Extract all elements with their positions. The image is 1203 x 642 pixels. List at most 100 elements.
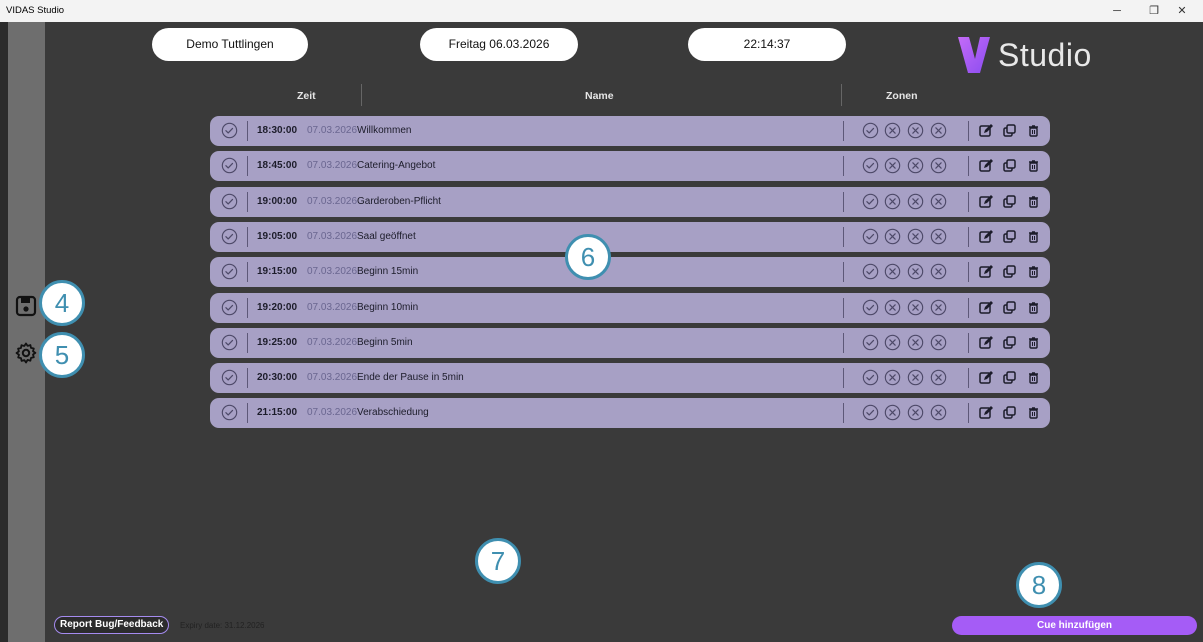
cue-active-check-icon[interactable]: [221, 334, 238, 351]
zone-x-icon[interactable]: [884, 334, 901, 351]
zone-check-icon[interactable]: [862, 157, 879, 174]
trash-icon[interactable]: [1026, 264, 1041, 279]
edit-icon[interactable]: [978, 229, 993, 244]
row-divider: [247, 403, 248, 424]
cue-date: 07.03.2026: [307, 230, 358, 242]
row-divider: [843, 368, 844, 389]
cue-active-check-icon[interactable]: [221, 299, 238, 316]
zone-x-icon[interactable]: [884, 369, 901, 386]
cue-row[interactable]: 19:15:00 07.03.2026 Beginn 15min: [210, 257, 1050, 288]
zone-x-icon[interactable]: [907, 299, 924, 316]
duplicate-icon[interactable]: [1002, 405, 1017, 420]
zone-x-icon[interactable]: [907, 263, 924, 280]
minimize-icon[interactable]: ─: [1107, 2, 1127, 20]
trash-icon[interactable]: [1026, 194, 1041, 209]
cue-row[interactable]: 19:05:00 07.03.2026 Saal geöffnet: [210, 221, 1050, 252]
zone-x-icon[interactable]: [930, 157, 947, 174]
cue-row[interactable]: 19:25:00 07.03.2026 Beginn 5min: [210, 327, 1050, 358]
zone-x-icon[interactable]: [884, 228, 901, 245]
edit-icon[interactable]: [978, 264, 993, 279]
zone-x-icon[interactable]: [884, 263, 901, 280]
zone-check-icon[interactable]: [862, 299, 879, 316]
duplicate-icon[interactable]: [1002, 194, 1017, 209]
cue-row[interactable]: 21:15:00 07.03.2026 Verabschiedung: [210, 398, 1050, 429]
trash-icon[interactable]: [1026, 158, 1041, 173]
zone-x-icon[interactable]: [907, 404, 924, 421]
save-icon[interactable]: [14, 294, 38, 318]
zone-x-icon[interactable]: [907, 228, 924, 245]
trash-icon[interactable]: [1026, 123, 1041, 138]
annotation-badge: 6: [565, 234, 611, 280]
cue-active-check-icon[interactable]: [221, 122, 238, 139]
zone-check-icon[interactable]: [862, 228, 879, 245]
clock-display: 22:14:37: [688, 28, 846, 61]
zone-x-icon[interactable]: [930, 228, 947, 245]
zone-check-icon[interactable]: [862, 404, 879, 421]
duplicate-icon[interactable]: [1002, 370, 1017, 385]
column-header-zones: Zonen: [886, 90, 918, 102]
cue-date: 07.03.2026: [307, 336, 358, 348]
date-field[interactable]: Freitag 06.03.2026: [420, 28, 578, 61]
zone-x-icon[interactable]: [930, 334, 947, 351]
zone-x-icon[interactable]: [907, 122, 924, 139]
zone-x-icon[interactable]: [907, 369, 924, 386]
cue-active-check-icon[interactable]: [221, 404, 238, 421]
duplicate-icon[interactable]: [1002, 158, 1017, 173]
zone-x-icon[interactable]: [930, 122, 947, 139]
zone-check-icon[interactable]: [862, 369, 879, 386]
cue-active-check-icon[interactable]: [221, 369, 238, 386]
cue-row[interactable]: 19:20:00 07.03.2026 Beginn 10min: [210, 292, 1050, 323]
trash-icon[interactable]: [1026, 300, 1041, 315]
duplicate-icon[interactable]: [1002, 123, 1017, 138]
cue-row[interactable]: 19:00:00 07.03.2026 Garderoben-Pflicht: [210, 186, 1050, 217]
zone-x-icon[interactable]: [907, 334, 924, 351]
edit-icon[interactable]: [978, 194, 993, 209]
zone-check-icon[interactable]: [862, 334, 879, 351]
cue-active-check-icon[interactable]: [221, 263, 238, 280]
duplicate-icon[interactable]: [1002, 229, 1017, 244]
trash-icon[interactable]: [1026, 335, 1041, 350]
cue-date: 07.03.2026: [307, 125, 358, 136]
zone-x-icon[interactable]: [930, 299, 947, 316]
cue-row[interactable]: 18:30:00 07.03.2026 Willkommen: [210, 116, 1050, 146]
edit-icon[interactable]: [978, 300, 993, 315]
trash-icon[interactable]: [1026, 370, 1041, 385]
zone-x-icon[interactable]: [930, 193, 947, 210]
zone-check-icon[interactable]: [862, 122, 879, 139]
zone-x-icon[interactable]: [930, 263, 947, 280]
edit-icon[interactable]: [978, 158, 993, 173]
zone-x-icon[interactable]: [884, 122, 901, 139]
trash-icon[interactable]: [1026, 229, 1041, 244]
cue-row[interactable]: 18:45:00 07.03.2026 Catering-Angebot: [210, 151, 1050, 182]
edit-icon[interactable]: [978, 370, 993, 385]
cue-row[interactable]: 20:30:00 07.03.2026 Ende der Pause in 5min: [210, 363, 1050, 394]
zone-check-icon[interactable]: [862, 263, 879, 280]
add-cue-button[interactable]: Cue hinzufügen: [952, 616, 1197, 635]
report-bug-button[interactable]: Report Bug/Feedback: [54, 616, 170, 634]
zone-x-icon[interactable]: [930, 404, 947, 421]
zone-x-icon[interactable]: [930, 369, 947, 386]
zone-check-icon[interactable]: [862, 193, 879, 210]
restore-icon[interactable]: ❐: [1144, 2, 1164, 20]
cue-active-check-icon[interactable]: [221, 157, 238, 174]
duplicate-icon[interactable]: [1002, 264, 1017, 279]
zone-x-icon[interactable]: [884, 157, 901, 174]
zone-x-icon[interactable]: [884, 404, 901, 421]
duplicate-icon[interactable]: [1002, 335, 1017, 350]
zone-x-icon[interactable]: [907, 157, 924, 174]
cue-name: Ende der Pause in 5min: [357, 372, 464, 384]
gear-icon[interactable]: [14, 341, 38, 365]
cue-active-check-icon[interactable]: [221, 228, 238, 245]
cue-active-check-icon[interactable]: [221, 193, 238, 210]
trash-icon[interactable]: [1026, 405, 1041, 420]
duplicate-icon[interactable]: [1002, 300, 1017, 315]
zone-x-icon[interactable]: [907, 193, 924, 210]
zone-x-icon[interactable]: [884, 193, 901, 210]
edit-icon[interactable]: [978, 335, 993, 350]
row-divider: [968, 297, 969, 318]
zone-x-icon[interactable]: [884, 299, 901, 316]
close-icon[interactable]: ✕: [1172, 2, 1192, 20]
edit-icon[interactable]: [978, 405, 993, 420]
edit-icon[interactable]: [978, 123, 993, 138]
location-field[interactable]: Demo Tuttlingen: [152, 28, 308, 61]
